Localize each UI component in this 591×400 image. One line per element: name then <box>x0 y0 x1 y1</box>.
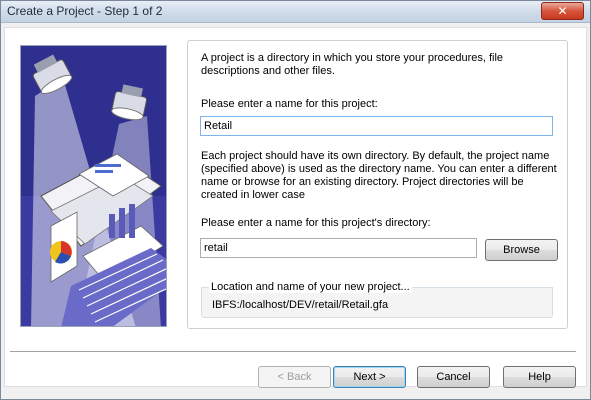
close-button[interactable]: ✕ <box>541 2 584 20</box>
help-button[interactable]: Help <box>503 366 576 388</box>
window-title: Create a Project - Step 1 of 2 <box>7 4 163 18</box>
browse-button[interactable]: Browse <box>485 239 558 261</box>
next-button[interactable]: Next > <box>333 366 406 388</box>
project-name-label: Please enter a name for this project: <box>201 98 378 110</box>
directory-name-label: Please enter a name for this project's d… <box>201 217 431 229</box>
directory-info-text: Each project should have its own directo… <box>201 150 557 201</box>
cancel-button[interactable]: Cancel <box>417 366 490 388</box>
button-separator <box>10 351 576 353</box>
location-legend: Location and name of your new project... <box>209 281 412 293</box>
title-bar[interactable]: Create a Project - Step 1 of 2 ✕ <box>1 1 590 23</box>
spotlight-presentation-illustration-icon <box>20 45 167 327</box>
intro-text: A project is a directory in which you st… <box>201 52 504 77</box>
directory-name-input[interactable]: retail <box>200 238 477 258</box>
location-value: IBFS:/localhost/DEV/retail/Retail.gfa <box>212 299 389 311</box>
project-name-input[interactable]: Retail <box>200 116 553 136</box>
close-icon: ✕ <box>557 4 568 18</box>
back-button[interactable]: < Back <box>258 366 331 388</box>
